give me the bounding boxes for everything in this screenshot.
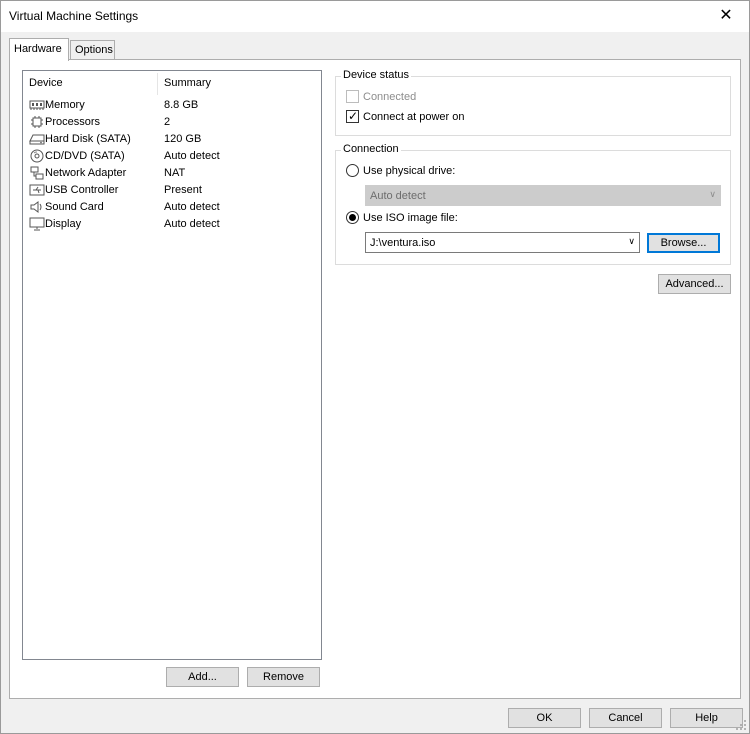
iso-image-path-input[interactable]: J:\ventura.iso ∨	[365, 232, 640, 253]
device-summary: Auto detect	[164, 201, 220, 213]
connected-label: Connected	[363, 91, 417, 103]
device-name: Processors	[45, 116, 101, 128]
device-name: USB Controller	[45, 184, 119, 196]
memory-icon	[29, 100, 45, 110]
device-status-title: Device status	[341, 69, 412, 81]
column-divider[interactable]	[157, 73, 158, 95]
tab-options-label: Options	[75, 44, 113, 56]
connected-checkbox[interactable]	[346, 90, 359, 103]
resize-grip-icon[interactable]	[735, 719, 747, 731]
use-physical-drive-label: Use physical drive:	[363, 165, 456, 177]
radio-selected-dot	[349, 214, 356, 221]
vm-settings-window: Virtual Machine Settings ✕ Hardware Opti…	[0, 0, 750, 734]
device-row-usb-controller[interactable]: USB Controller Present	[27, 182, 321, 199]
device-row-processors[interactable]: Processors 2	[27, 114, 321, 131]
column-header-device[interactable]: Device	[29, 77, 63, 89]
device-name: Hard Disk (SATA)	[45, 133, 131, 145]
ok-button[interactable]: OK	[508, 708, 581, 728]
use-iso-image-radio[interactable]	[346, 211, 359, 224]
device-summary: Present	[164, 184, 202, 196]
usb-icon	[29, 184, 45, 196]
device-name: CD/DVD (SATA)	[45, 150, 125, 162]
column-header-summary[interactable]: Summary	[164, 77, 211, 89]
physical-drive-value: Auto detect	[370, 190, 426, 202]
device-summary: Auto detect	[164, 150, 220, 162]
cd-dvd-icon	[30, 149, 44, 163]
help-button[interactable]: Help	[670, 708, 743, 728]
device-summary: Auto detect	[164, 218, 220, 230]
device-name: Memory	[45, 99, 85, 111]
hardware-panel: Device Summary Memory 8.8 GB Processors …	[9, 59, 741, 699]
device-summary: 8.8 GB	[164, 99, 199, 111]
device-name: Network Adapter	[45, 167, 127, 179]
physical-drive-select[interactable]: Auto detect ∨	[365, 185, 721, 206]
use-iso-image-label: Use ISO image file:	[363, 212, 458, 224]
remove-button[interactable]: Remove	[247, 667, 320, 687]
hard-disk-icon	[29, 134, 45, 145]
title-bar[interactable]: Virtual Machine Settings ✕	[1, 1, 749, 32]
device-summary: 120 GB	[164, 133, 202, 145]
device-name: Sound Card	[45, 201, 104, 213]
iso-image-path-value: J:\ventura.iso	[370, 237, 436, 249]
use-physical-drive-radio[interactable]	[346, 164, 359, 177]
chevron-down-icon: ∨	[709, 189, 716, 199]
device-summary: 2	[164, 116, 171, 128]
speaker-icon	[30, 201, 42, 213]
connect-at-power-on-checkbox[interactable]: ✓	[346, 109, 359, 123]
window-title: Virtual Machine Settings	[9, 9, 139, 23]
display-icon	[29, 217, 45, 231]
checkmark-icon: ✓	[348, 109, 359, 123]
device-status-group: Device status Connected ✓ Connect at pow…	[335, 69, 731, 136]
add-button[interactable]: Add...	[166, 667, 239, 687]
connect-at-power-on-label: Connect at power on	[363, 111, 465, 123]
tab-hardware-label: Hardware	[14, 43, 62, 55]
processor-icon	[31, 116, 43, 128]
device-row-network-adapter[interactable]: Network Adapter NAT	[27, 165, 321, 182]
device-row-hard-disk[interactable]: Hard Disk (SATA) 120 GB	[27, 131, 321, 148]
device-row-cd-dvd[interactable]: CD/DVD (SATA) Auto detect	[27, 148, 321, 165]
close-button[interactable]: ✕	[709, 3, 743, 29]
chevron-down-icon[interactable]: ∨	[628, 236, 635, 247]
device-name: Display	[45, 218, 82, 230]
device-row-display[interactable]: Display Auto detect	[27, 216, 321, 233]
connection-group: Connection Use physical drive: Auto dete…	[335, 143, 731, 265]
device-row-sound-card[interactable]: Sound Card Auto detect	[27, 199, 321, 216]
tab-hardware[interactable]: Hardware	[9, 38, 69, 61]
advanced-button[interactable]: Advanced...	[658, 274, 731, 294]
browse-button[interactable]: Browse...	[647, 233, 720, 253]
device-list[interactable]: Device Summary Memory 8.8 GB Processors …	[22, 70, 322, 660]
tab-options[interactable]: Options	[70, 40, 115, 60]
device-row-memory[interactable]: Memory 8.8 GB	[27, 97, 321, 114]
network-adapter-icon	[30, 166, 44, 180]
device-summary: NAT	[164, 167, 186, 179]
cancel-button[interactable]: Cancel	[589, 708, 662, 728]
connection-title: Connection	[341, 143, 401, 155]
